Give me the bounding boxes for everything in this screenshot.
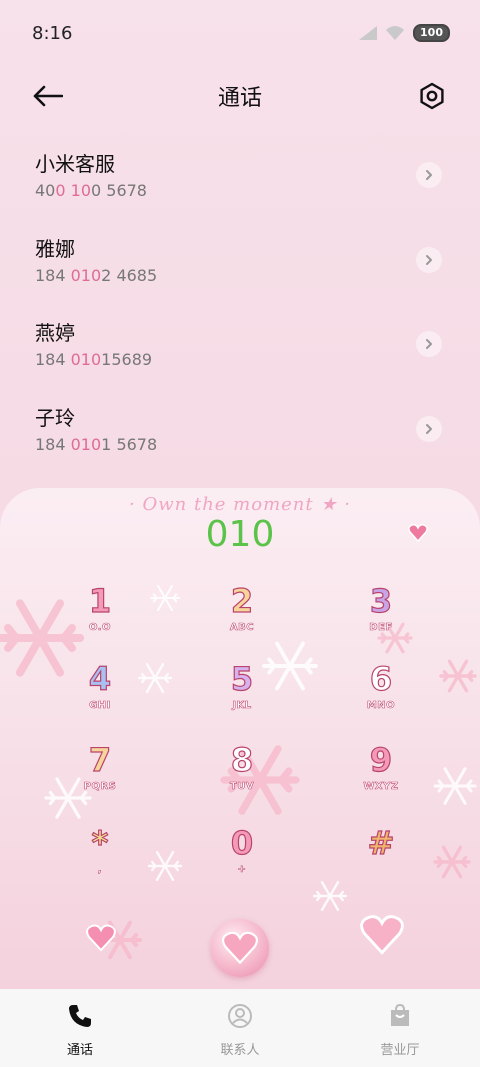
dial-key-8[interactable]: 8 TUV xyxy=(187,740,297,811)
contact-list: 小米客服 400 100 5678 雅娜 184 0102 4685 燕婷 184 010… xyxy=(0,134,480,472)
chevron-right-icon xyxy=(426,339,432,349)
key-letters: O.O xyxy=(88,622,112,634)
number-segment: 184 xyxy=(35,350,71,369)
contact-suggestion-row[interactable]: 小米客服 400 100 5678 xyxy=(0,134,480,219)
key-letters: DEF xyxy=(369,622,393,634)
bottom-navigation: 通话 联系人 营业厅 xyxy=(0,989,480,1067)
call-button[interactable] xyxy=(211,919,269,977)
number-segment: 184 xyxy=(35,265,71,285)
contact-number: 184 0102 4685 xyxy=(35,266,480,285)
number-match-highlight: 010 xyxy=(70,265,102,285)
contact-name: 雅娜 xyxy=(35,236,75,261)
key-letters: TUV xyxy=(229,781,255,793)
key-letters: , xyxy=(97,864,103,876)
contact-detail-button[interactable] xyxy=(416,246,442,273)
battery-indicator: 100 xyxy=(413,24,450,42)
key-letters: GHI xyxy=(89,700,111,712)
contact-detail-button[interactable] xyxy=(416,331,442,357)
nav-tab-0[interactable]: 通话 xyxy=(0,989,160,1067)
key-letters: MNO xyxy=(366,700,396,712)
key-digit: 4 xyxy=(88,659,112,698)
wifi-icon xyxy=(386,26,405,40)
nav-label: 联系人 xyxy=(220,1043,260,1058)
contact-name: 子玲 xyxy=(35,405,75,430)
dial-key-hash[interactable]: # xyxy=(326,823,436,894)
number-match-highlight: 010 xyxy=(70,350,102,369)
contact-name: 燕婷 xyxy=(35,321,75,345)
key-digit: # xyxy=(367,823,395,862)
key-digit: 5 xyxy=(230,659,254,698)
signal-icon xyxy=(359,26,378,40)
key-letters: WXYZ xyxy=(363,781,399,793)
contact-detail-button[interactable] xyxy=(416,415,442,442)
heart-call-icon xyxy=(222,931,258,965)
key-digit: 9 xyxy=(369,740,393,779)
dial-key-star[interactable]: *, xyxy=(45,823,155,894)
number-match-highlight: 10 xyxy=(70,181,91,200)
heart-shortcut-button[interactable] xyxy=(86,924,116,954)
number-match-highlight: 010 xyxy=(70,434,102,454)
nav-label: 营业厅 xyxy=(380,1043,420,1058)
contact-number: 184 01015689 xyxy=(35,350,480,369)
key-letters: ABC xyxy=(229,622,255,634)
contact-suggestion-row[interactable]: 雅娜 184 0102 4685 xyxy=(0,219,480,304)
contact-name: 小米客服 xyxy=(35,152,115,176)
contact-suggestion-row[interactable]: 子玲 184 0101 5678 xyxy=(0,388,480,473)
dial-key-1[interactable]: 1 O.O xyxy=(45,581,155,652)
heart-delete-button[interactable] xyxy=(360,914,404,958)
chevron-right-icon xyxy=(426,423,432,434)
number-match-highlight: 0 xyxy=(55,181,66,200)
number-segment: 184 xyxy=(35,434,71,454)
dial-key-9[interactable]: 9 WXYZ xyxy=(326,740,436,811)
key-digit: 0 xyxy=(230,823,254,862)
settings-icon xyxy=(420,82,444,110)
bag-icon xyxy=(387,1003,413,1033)
key-digit: 6 xyxy=(369,659,393,698)
settings-button[interactable] xyxy=(414,78,450,114)
status-time: 8:16 xyxy=(32,23,73,44)
contact-detail-button[interactable] xyxy=(416,162,442,188)
contact-number: 400 100 5678 xyxy=(35,181,480,200)
dial-key-2[interactable]: 2 ABC xyxy=(187,581,297,652)
key-digit: 1 xyxy=(88,581,112,620)
dial-key-3[interactable]: 3 DEF xyxy=(326,581,436,652)
dial-key-6[interactable]: 6 MNO xyxy=(326,659,436,730)
key-digit: * xyxy=(91,823,109,862)
number-segment: 2 4685 xyxy=(101,265,158,285)
key-letters: PQRS xyxy=(83,781,117,793)
status-bar: 8:16 100 xyxy=(0,0,480,66)
header: 通话 xyxy=(0,70,480,120)
dial-key-7[interactable]: 7 PQRS xyxy=(45,740,155,811)
number-segment: 40 xyxy=(35,181,56,200)
key-letters: + xyxy=(237,864,247,876)
chevron-right-icon xyxy=(426,254,432,265)
decorative-tagline: · Own the moment ★ · xyxy=(129,494,351,515)
key-digit: 3 xyxy=(369,581,393,620)
heart-icon xyxy=(408,524,428,542)
nav-tab-2[interactable]: 营业厅 xyxy=(320,989,480,1067)
number-segment: 1 5678 xyxy=(101,434,158,454)
page-title: 通话 xyxy=(217,86,262,111)
heart-icon xyxy=(360,915,404,955)
key-digit: 7 xyxy=(88,740,112,779)
heart-icon xyxy=(86,924,116,952)
contact-number: 184 0101 5678 xyxy=(35,435,480,454)
dial-key-0[interactable]: 0 + xyxy=(187,823,297,894)
contact-icon xyxy=(227,1003,253,1033)
nav-label: 通话 xyxy=(66,1043,93,1058)
key-digit: 8 xyxy=(230,740,254,779)
phone-icon xyxy=(67,1003,93,1033)
dial-key-5[interactable]: 5 JKL xyxy=(187,659,297,730)
key-letters: JKL xyxy=(232,700,252,712)
number-segment: 0 5678 xyxy=(91,181,147,200)
dial-panel: · Own the moment ★ · 010 1 O.O 2 ABC 3 DEF 4 GH… xyxy=(0,488,480,989)
contact-suggestion-row[interactable]: 燕婷 184 01015689 xyxy=(0,303,480,388)
chevron-right-icon xyxy=(426,170,432,180)
nav-tab-1[interactable]: 联系人 xyxy=(160,989,320,1067)
snowflake-decoration xyxy=(0,584,477,960)
key-digit: 2 xyxy=(230,581,254,620)
number-segment: 15689 xyxy=(101,350,153,369)
status-icons: 100 xyxy=(359,24,450,42)
dial-key-4[interactable]: 4 GHI xyxy=(45,659,155,730)
